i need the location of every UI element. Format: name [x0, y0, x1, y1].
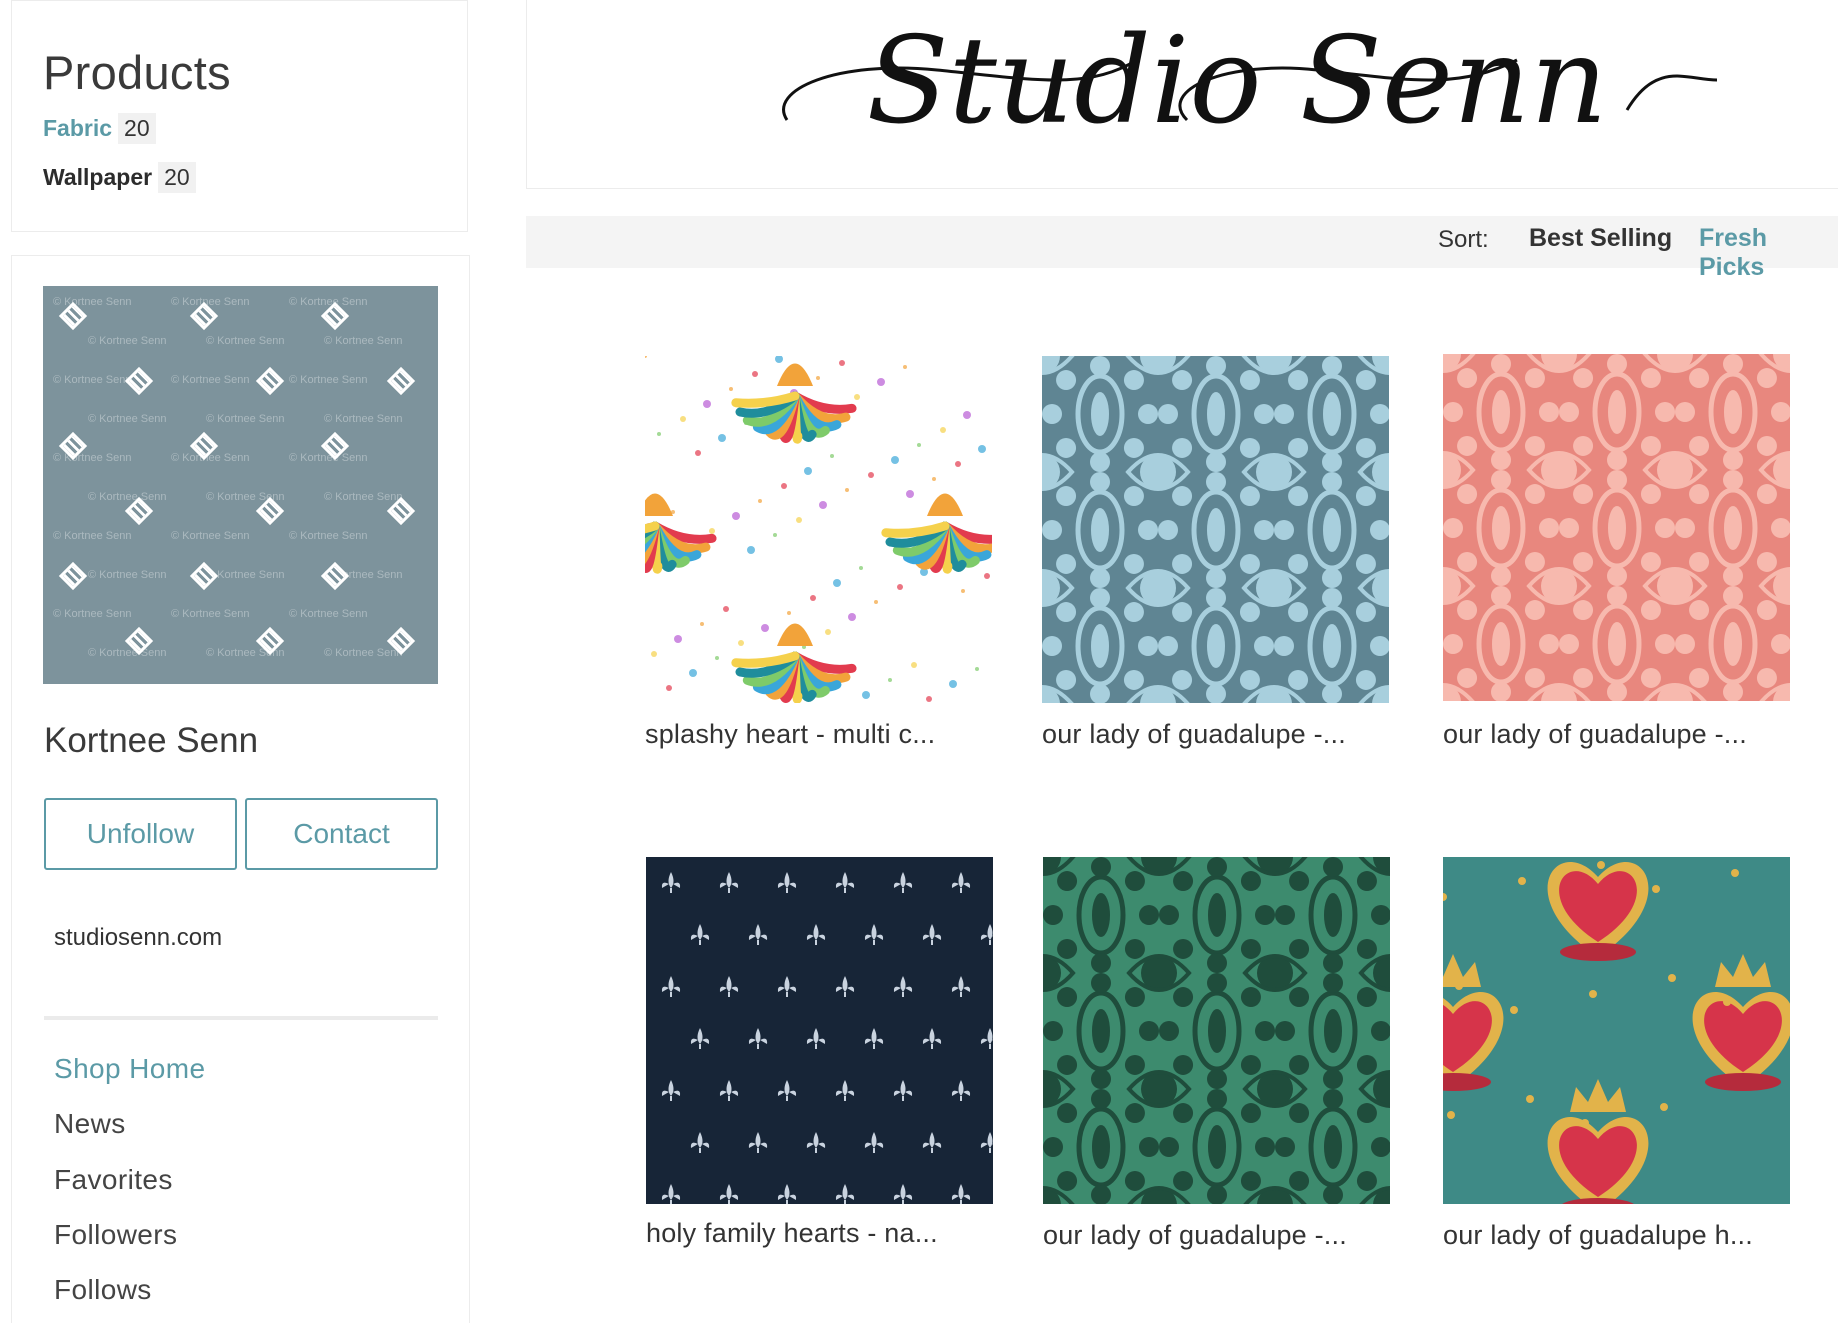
profile-avatar: © Kortnee Senn © Kortnee Senn © Kortnee Se… [43, 286, 438, 684]
watermark-logo-mark [58, 561, 88, 591]
product-thumbnail[interactable] [1443, 857, 1790, 1204]
divider [44, 1016, 438, 1020]
contact-button[interactable]: Contact [245, 798, 438, 870]
watermark-logo-mark [189, 561, 219, 591]
products-panel: Products Fabric 20 Wallpaper 20 [11, 0, 468, 232]
nav-news[interactable]: News [54, 1108, 126, 1140]
profile-name: Kortnee Senn [44, 721, 259, 760]
category-wallpaper[interactable]: Wallpaper 20 [43, 162, 196, 193]
product-title[interactable]: holy family hearts - na... [646, 1218, 996, 1249]
product-title[interactable]: splashy heart - multi c... [645, 719, 995, 750]
nav-follows[interactable]: Follows [54, 1274, 152, 1306]
watermark-logo-mark [255, 366, 285, 396]
watermark-logo-mark [386, 366, 416, 396]
sort-bar: Sort: Best Selling Fresh Picks [526, 216, 1838, 281]
product-thumbnail[interactable] [1043, 857, 1390, 1204]
product-card[interactable]: our lady of guadalupe -... [1443, 354, 1793, 750]
product-thumbnail[interactable] [645, 356, 992, 703]
category-label[interactable]: Fabric [43, 115, 112, 142]
product-card[interactable]: holy family hearts - na... [646, 857, 996, 1249]
product-thumbnail[interactable] [1443, 354, 1790, 701]
product-card[interactable]: splashy heart - multi c... [645, 356, 995, 750]
product-title[interactable]: our lady of guadalupe -... [1043, 1220, 1393, 1251]
products-heading: Products [43, 46, 231, 99]
logo-text: Studio Senn [866, 12, 1607, 151]
product-thumbnail[interactable] [646, 857, 993, 1204]
watermark-logo-mark [320, 561, 350, 591]
nav-followers[interactable]: Followers [54, 1219, 177, 1251]
product-card[interactable]: our lady of guadalupe h... [1443, 857, 1793, 1251]
category-label[interactable]: Wallpaper [43, 164, 152, 191]
nav-shop-home[interactable]: Shop Home [54, 1053, 205, 1085]
product-card[interactable]: our lady of guadalupe -... [1043, 857, 1393, 1251]
product-card[interactable]: our lady of guadalupe -... [1042, 356, 1392, 750]
profile-panel: © Kortnee Senn © Kortnee Senn © Kortnee Se… [11, 255, 470, 1323]
product-title[interactable]: our lady of guadalupe -... [1042, 719, 1392, 750]
product-thumbnail[interactable] [1042, 356, 1389, 703]
category-count: 20 [118, 113, 156, 144]
sort-best-selling[interactable]: Best Selling [1529, 224, 1672, 253]
category-count: 20 [158, 162, 196, 193]
watermark-logo-mark [124, 366, 154, 396]
product-title[interactable]: our lady of guadalupe -... [1443, 719, 1793, 750]
sort-fresh-picks[interactable]: Fresh Picks [1699, 224, 1838, 282]
studio-senn-logo: Studio Senn [782, 12, 1717, 151]
product-title[interactable]: our lady of guadalupe h... [1443, 1220, 1793, 1251]
category-fabric[interactable]: Fabric 20 [43, 113, 156, 144]
shop-banner: Studio Senn [526, 0, 1838, 189]
website-link[interactable]: studiosenn.com [54, 924, 222, 952]
sort-label: Sort: [1438, 226, 1489, 253]
unfollow-button[interactable]: Unfollow [44, 798, 237, 870]
nav-favorites[interactable]: Favorites [54, 1164, 173, 1196]
